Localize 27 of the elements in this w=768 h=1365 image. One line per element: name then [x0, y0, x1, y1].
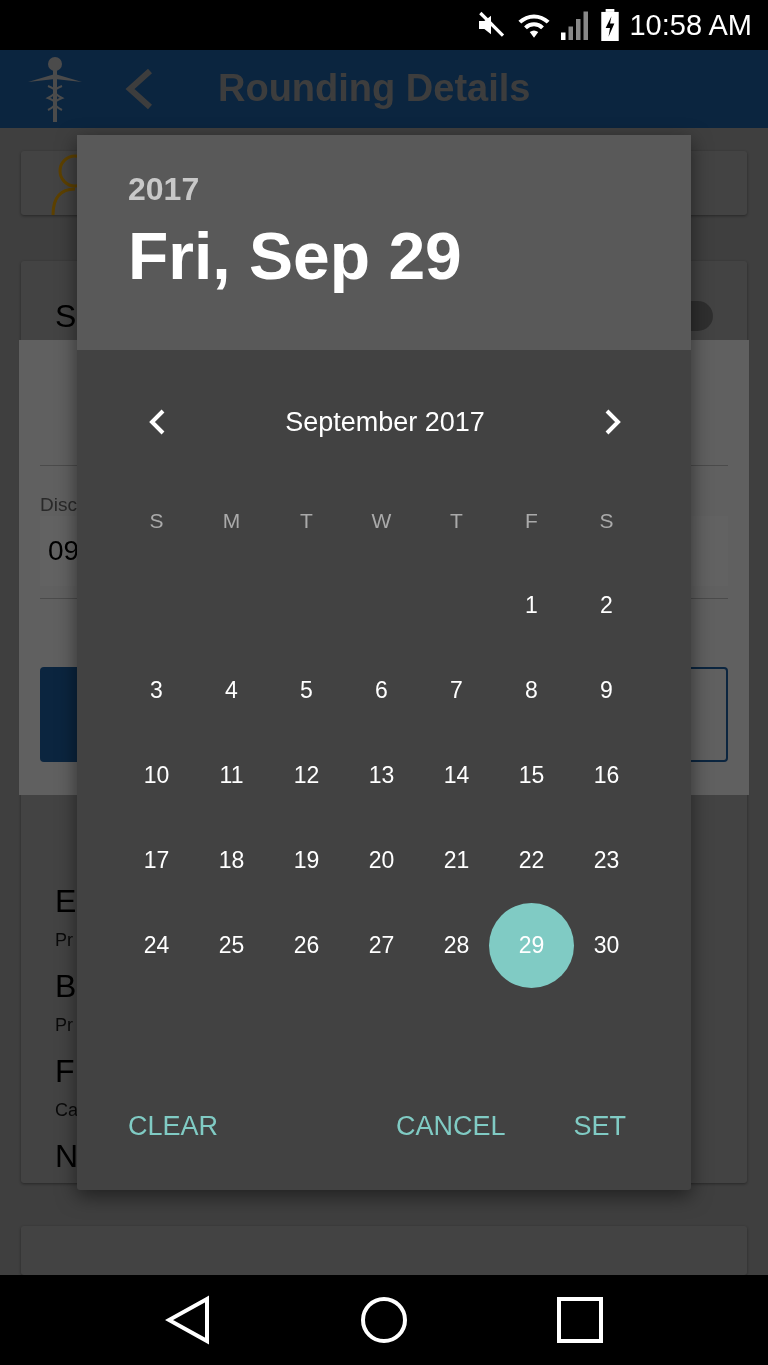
weekday-label: S	[149, 508, 164, 533]
weekday-label: T	[450, 508, 463, 533]
back-icon	[124, 67, 154, 110]
weekday-label: M	[222, 508, 241, 533]
list-item-title: B	[55, 966, 77, 1006]
month-label: September 2017	[285, 406, 485, 438]
list-item-title: N	[55, 1136, 79, 1176]
recents-icon	[557, 1297, 604, 1343]
weekday-label: F	[525, 508, 538, 533]
dialog-button[interactable]: SET	[558, 1103, 641, 1150]
year-label[interactable]: 2017	[128, 171, 691, 208]
list-item-title: E	[55, 881, 77, 921]
list-item-subtitle: Pr	[55, 928, 73, 952]
list-item-subtitle: Pr	[55, 1013, 73, 1037]
list-item-subtitle: Ca	[55, 1098, 78, 1122]
selected-date: Fri, Sep 29	[128, 218, 463, 294]
section-heading: S	[55, 296, 77, 336]
back-icon	[164, 1295, 211, 1345]
clock-time: 10:58 AM	[629, 8, 752, 42]
list-item-title: F	[55, 1051, 75, 1091]
weekday-label: S	[599, 508, 614, 533]
weekday-label: W	[371, 508, 392, 533]
weekday-label: T	[300, 508, 313, 533]
home-icon	[360, 1296, 408, 1344]
dialog-button[interactable]: CANCEL	[380, 1103, 521, 1150]
dialog-button[interactable]: CLEAR	[113, 1103, 234, 1150]
battery-icon	[601, 9, 620, 41]
